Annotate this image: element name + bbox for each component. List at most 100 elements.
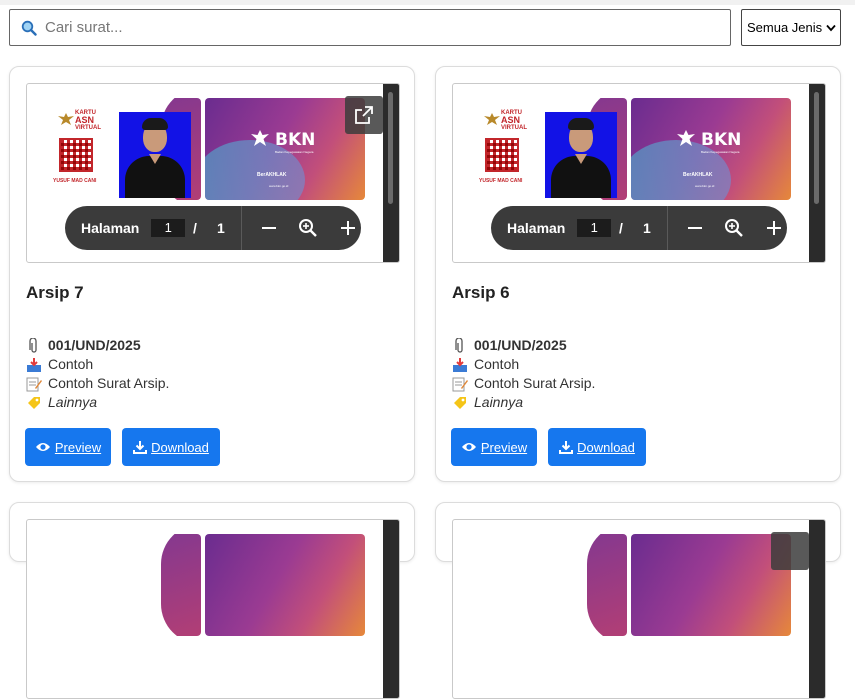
download-button[interactable]: Download bbox=[122, 428, 220, 466]
zoom-out-button[interactable] bbox=[682, 215, 708, 241]
zoom-in-button[interactable] bbox=[335, 215, 361, 241]
card-meta: 001/UND/2025 Contoh Contoh Surat Arsip. … bbox=[452, 336, 595, 412]
card-holder-name: YUSUF MAD CANI bbox=[53, 178, 97, 184]
letter-sender: Contoh bbox=[474, 356, 520, 372]
page-label: Halaman bbox=[507, 220, 566, 236]
page-separator: / bbox=[193, 220, 197, 236]
asn-card-logo: KARTU ASN VIRTUAL bbox=[75, 110, 101, 131]
eye-icon bbox=[35, 443, 50, 451]
open-external-button[interactable] bbox=[345, 96, 383, 134]
letter-category: Lainnya bbox=[48, 394, 98, 410]
asn-card-back bbox=[631, 534, 791, 636]
open-external-icon bbox=[355, 106, 373, 124]
asn-card-logo: KARTU ASN VIRTUAL bbox=[501, 110, 527, 131]
zoom-reset-button[interactable] bbox=[721, 215, 747, 241]
id-photo bbox=[119, 112, 191, 198]
pdf-toolbar: Halaman 1 / 1 bbox=[65, 206, 361, 250]
qr-code bbox=[59, 138, 93, 172]
chevron-down-icon bbox=[826, 24, 836, 31]
qr-code bbox=[485, 138, 519, 172]
pdf-viewer[interactable] bbox=[452, 519, 826, 699]
plus-icon bbox=[767, 221, 782, 235]
zoom-out-button[interactable] bbox=[256, 215, 282, 241]
page-number-input[interactable]: 1 bbox=[577, 219, 612, 237]
id-photo bbox=[545, 112, 617, 198]
document-page bbox=[41, 534, 365, 636]
download-button[interactable]: Download bbox=[548, 428, 646, 466]
asn-card-back: BKN Badan Kepegawaian Negara BerAKHLAK w… bbox=[631, 98, 791, 200]
archive-card bbox=[435, 502, 841, 699]
asn-card-back bbox=[205, 534, 365, 636]
pdf-viewer[interactable] bbox=[26, 519, 400, 699]
inbox-tray-icon bbox=[26, 357, 42, 373]
card-holder-name: YUSUF MAD CANI bbox=[479, 178, 523, 184]
download-label: Download bbox=[151, 439, 209, 455]
garuda-emblem-icon bbox=[677, 130, 695, 146]
berakhlak-logo: BerAKHLAK bbox=[257, 172, 287, 178]
preview-label: Preview bbox=[480, 439, 528, 455]
pdf-toolbar: Halaman 1 / 1 bbox=[491, 206, 787, 250]
card-title: Arsip 7 bbox=[26, 283, 84, 302]
asn-card-front bbox=[467, 534, 627, 636]
page-total: 1 bbox=[216, 220, 225, 236]
tag-icon bbox=[452, 395, 468, 411]
asn-card-front: KARTU ASN VIRTUAL YUSUF MAD CANI bbox=[467, 98, 627, 200]
asn-card-front bbox=[41, 534, 201, 636]
bkn-logo-text: BKN bbox=[275, 130, 316, 150]
viewer-scrollbar[interactable] bbox=[809, 84, 825, 262]
pdf-viewer[interactable]: KARTU ASN VIRTUAL YUSUF MAD CANI BKN Badan… bbox=[26, 83, 400, 263]
viewer-scrollbar[interactable] bbox=[809, 520, 825, 698]
garuda-emblem-icon bbox=[484, 113, 500, 125]
document-page: KARTU ASN VIRTUAL YUSUF MAD CANI BKN Badan… bbox=[467, 98, 791, 200]
zoom-reset-button[interactable] bbox=[295, 215, 321, 241]
type-filter-value: Semua Jenis bbox=[747, 20, 823, 35]
preview-label: Preview bbox=[54, 439, 102, 455]
search-input[interactable] bbox=[45, 19, 705, 36]
document-page: KARTU ASN VIRTUAL YUSUF MAD CANI BKN Badan… bbox=[41, 98, 365, 200]
asn-card-back: BKN Badan Kepegawaian Negara BerAKHLAK w… bbox=[205, 98, 365, 200]
page-number-input[interactable]: 1 bbox=[151, 219, 186, 237]
bkn-logo-text: BKN bbox=[701, 130, 742, 150]
garuda-emblem-icon bbox=[251, 130, 269, 146]
paperclip-icon bbox=[26, 337, 42, 354]
card-title: Arsip 6 bbox=[452, 283, 510, 302]
preview-button[interactable]: Preview bbox=[25, 428, 111, 466]
archive-card bbox=[9, 502, 415, 699]
eye-icon bbox=[461, 443, 476, 451]
minus-icon bbox=[687, 227, 702, 229]
download-icon bbox=[559, 441, 574, 454]
search-icon bbox=[21, 20, 37, 36]
page-separator: / bbox=[619, 220, 623, 236]
page-total: 1 bbox=[642, 220, 651, 236]
minus-icon bbox=[261, 227, 276, 229]
download-label: Download bbox=[577, 439, 635, 455]
memo-icon bbox=[452, 376, 468, 392]
letter-description: Contoh Surat Arsip. bbox=[474, 375, 596, 391]
inbox-tray-icon bbox=[452, 357, 468, 373]
search-box[interactable] bbox=[9, 9, 731, 46]
tag-icon bbox=[26, 395, 42, 411]
top-bar bbox=[0, 0, 855, 5]
zoom-icon bbox=[299, 219, 318, 237]
berakhlak-logo: BerAKHLAK bbox=[683, 172, 713, 178]
open-external-button[interactable] bbox=[771, 532, 809, 570]
type-filter-select[interactable]: Semua Jenis bbox=[741, 9, 841, 46]
plus-icon bbox=[341, 221, 356, 235]
viewer-scrollbar[interactable] bbox=[383, 520, 399, 698]
card-meta: 001/UND/2025 Contoh Contoh Surat Arsip. … bbox=[26, 336, 169, 412]
page-label: Halaman bbox=[81, 220, 140, 236]
preview-button[interactable]: Preview bbox=[451, 428, 537, 466]
memo-icon bbox=[26, 376, 42, 392]
garuda-emblem-icon bbox=[58, 113, 74, 125]
letter-sender: Contoh bbox=[48, 356, 94, 372]
asn-card-front: KARTU ASN VIRTUAL YUSUF MAD CANI bbox=[41, 98, 201, 200]
download-icon bbox=[133, 441, 148, 454]
paperclip-icon bbox=[452, 337, 468, 354]
letter-number: 001/UND/2025 bbox=[48, 337, 141, 353]
document-page bbox=[467, 534, 791, 636]
viewer-scrollbar[interactable] bbox=[383, 84, 399, 262]
zoom-in-button[interactable] bbox=[761, 215, 787, 241]
archive-card: KARTU ASN VIRTUAL YUSUF MAD CANI BKN Badan… bbox=[9, 66, 415, 482]
letter-description: Contoh Surat Arsip. bbox=[48, 375, 170, 391]
pdf-viewer[interactable]: KARTU ASN VIRTUAL YUSUF MAD CANI BKN Badan… bbox=[452, 83, 826, 263]
